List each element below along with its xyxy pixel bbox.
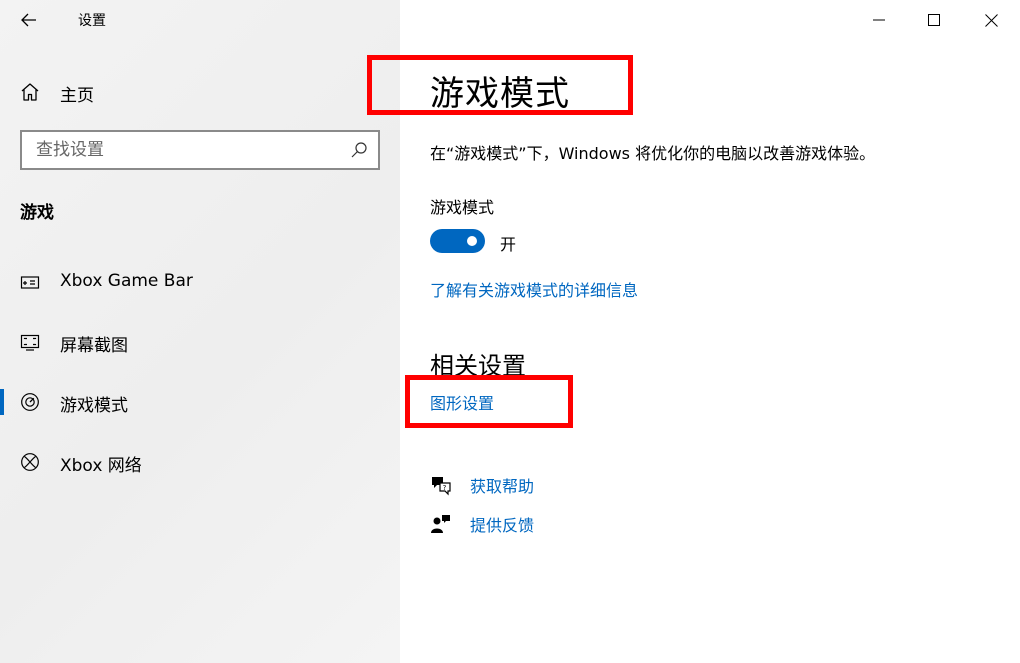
graphics-settings-link[interactable]: 图形设置 xyxy=(430,390,494,414)
minimize-icon xyxy=(873,19,885,21)
give-feedback-link[interactable]: 提供反馈 xyxy=(470,512,534,536)
game-mode-toggle[interactable] xyxy=(430,229,485,253)
xbox-icon xyxy=(21,453,39,471)
maximize-button[interactable] xyxy=(911,0,957,40)
minimize-button[interactable] xyxy=(856,0,902,40)
related-settings-title: 相关设置 xyxy=(430,352,526,380)
sidebar-item-label: Xbox 网络 xyxy=(60,456,142,476)
sidebar-item-xbox-game-bar[interactable]: Xbox Game Bar xyxy=(0,260,400,304)
search-icon[interactable] xyxy=(350,141,368,159)
close-icon xyxy=(984,13,998,27)
close-button[interactable] xyxy=(968,0,1014,40)
back-arrow-icon xyxy=(21,13,36,27)
sidebar-item-label: 屏幕截图 xyxy=(60,336,128,356)
sidebar: 设置 主页 游戏 Xbox Game Bar 屏幕截图 xyxy=(0,0,400,663)
get-help-row[interactable]: ? 获取帮助 xyxy=(430,472,730,498)
capture-icon xyxy=(20,334,40,351)
game-mode-icon xyxy=(21,393,39,411)
maximize-icon xyxy=(928,14,940,26)
toggle-knob xyxy=(467,236,477,246)
help-chat-icon: ? xyxy=(432,477,451,496)
search-box[interactable] xyxy=(20,130,380,170)
sidebar-item-label: Xbox Game Bar xyxy=(60,271,193,291)
game-bar-icon xyxy=(20,276,40,289)
sidebar-item-game-mode[interactable]: 游戏模式 xyxy=(0,380,400,424)
app-title: 设置 xyxy=(78,13,106,29)
sidebar-item-home[interactable]: 主页 xyxy=(0,70,400,114)
get-help-link[interactable]: 获取帮助 xyxy=(470,473,534,497)
search-input[interactable] xyxy=(36,139,336,161)
feedback-person-icon xyxy=(431,515,450,533)
give-feedback-row[interactable]: 提供反馈 xyxy=(430,511,730,537)
game-mode-setting-label: 游戏模式 xyxy=(430,198,495,217)
sidebar-item-home-label: 主页 xyxy=(60,86,94,106)
titlebar-left: 设置 xyxy=(0,0,400,40)
page-description: 在“游戏模式”下，Windows 将优化你的电脑以改善游戏体验。 xyxy=(430,144,876,163)
home-icon xyxy=(21,83,39,101)
sidebar-section-title: 游戏 xyxy=(20,203,54,223)
sidebar-item-xbox-networking[interactable]: Xbox 网络 xyxy=(0,440,400,484)
sidebar-item-label: 游戏模式 xyxy=(60,396,128,416)
page-title: 游戏模式 xyxy=(430,74,570,114)
main-content: 游戏模式 在“游戏模式”下，Windows 将优化你的电脑以改善游戏体验。 游戏… xyxy=(400,0,1020,663)
sidebar-item-captures[interactable]: 屏幕截图 xyxy=(0,320,400,364)
learn-more-link[interactable]: 了解有关游戏模式的详细信息 xyxy=(430,277,638,301)
back-button[interactable] xyxy=(14,6,44,34)
toggle-state-label: 开 xyxy=(500,235,517,254)
svg-text:?: ? xyxy=(443,484,447,492)
selection-indicator xyxy=(0,389,4,415)
